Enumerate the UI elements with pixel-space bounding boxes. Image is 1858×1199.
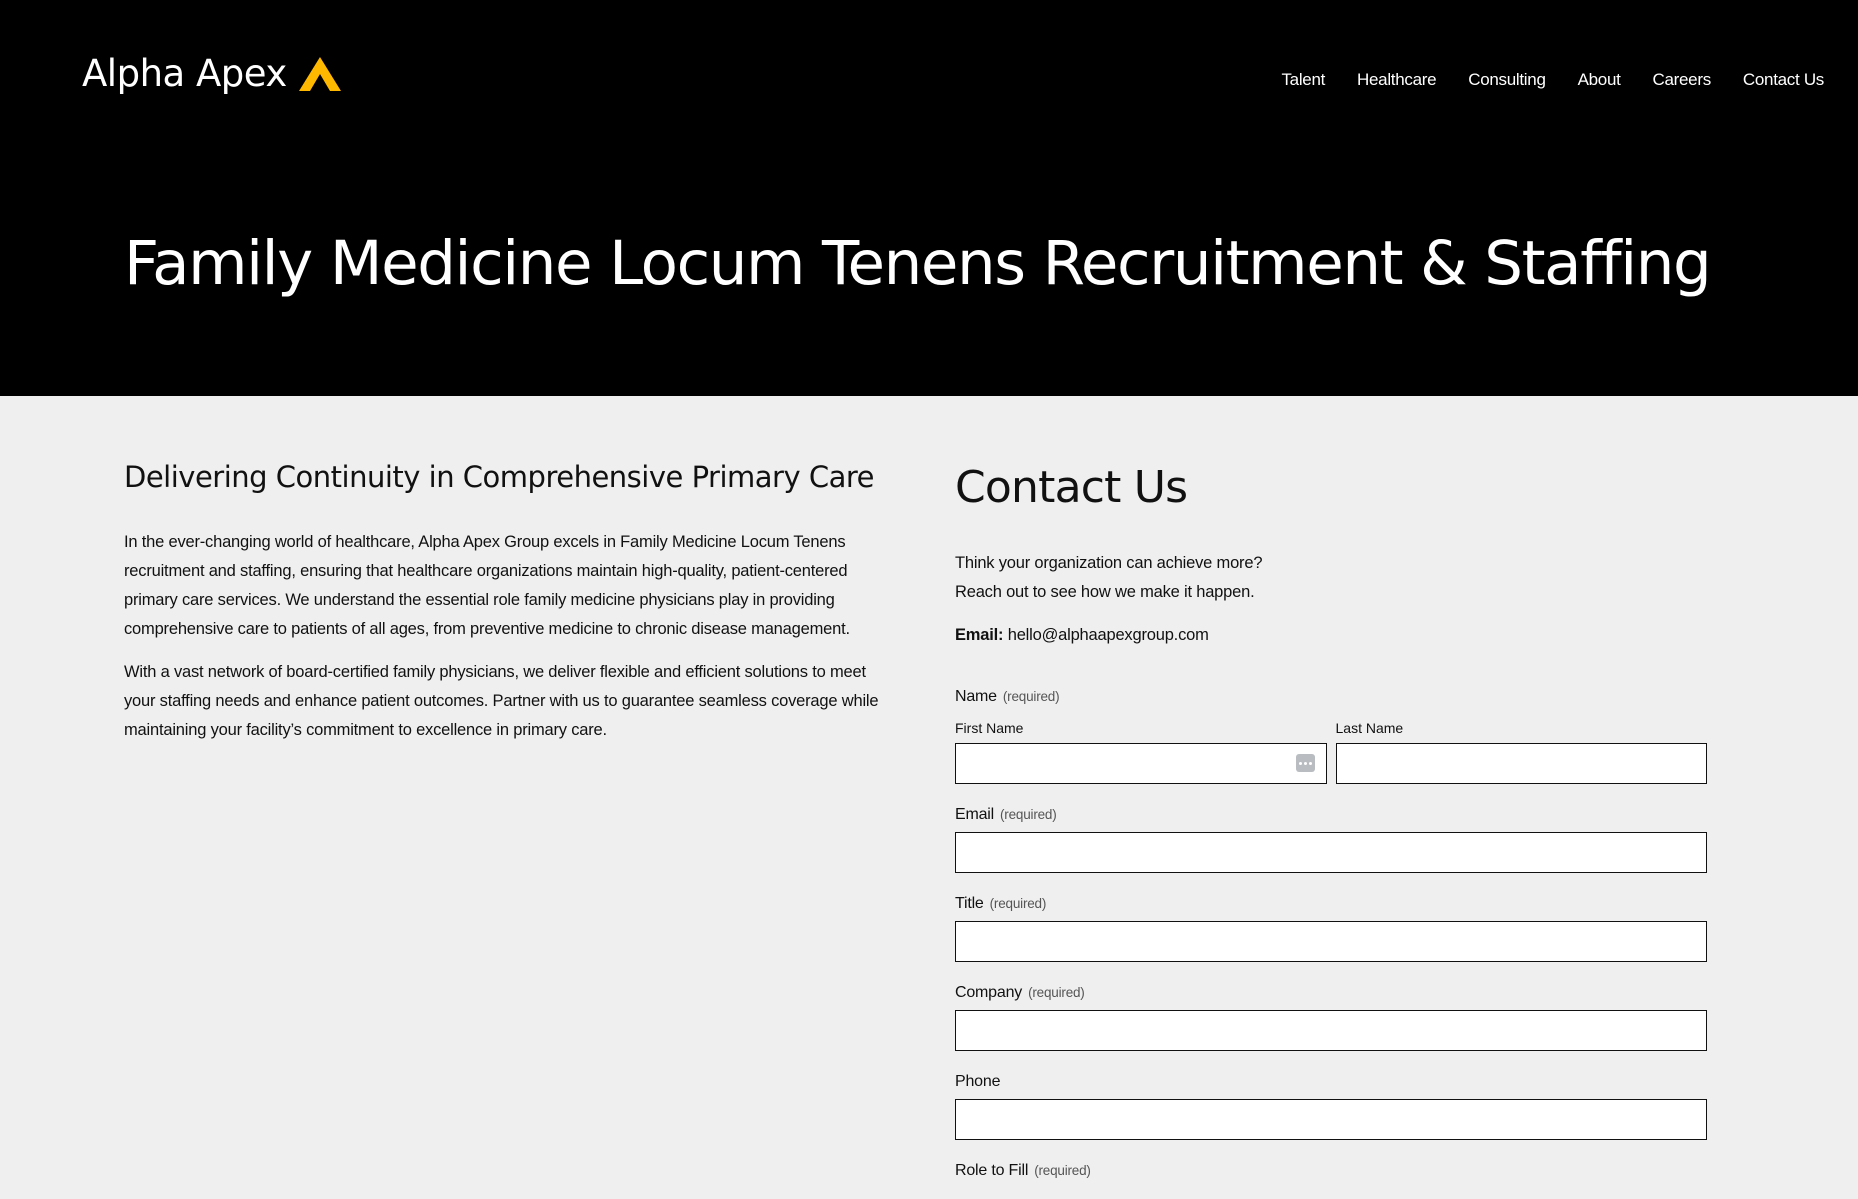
- last-name-input[interactable]: [1335, 743, 1707, 784]
- company-field-label-text: Company: [955, 984, 1023, 1001]
- name-label-text: Name: [955, 688, 997, 705]
- first-name-input[interactable]: [955, 743, 1327, 784]
- nav-careers[interactable]: Careers: [1653, 70, 1712, 90]
- content-heading: Delivering Continuity in Comprehensive P…: [124, 460, 875, 494]
- company-input[interactable]: [955, 1010, 1707, 1051]
- nav-about[interactable]: About: [1578, 70, 1621, 90]
- first-name-wrap: [955, 743, 1327, 784]
- required-indicator: (required): [989, 896, 1047, 911]
- last-name-label: Last Name: [1335, 720, 1404, 736]
- required-indicator: (required): [1000, 807, 1057, 822]
- contact-email: Email: hello@alphaapexgroup.com: [955, 621, 1707, 650]
- contact-form: Name (required) First Name Last Name Ema…: [955, 688, 1707, 1180]
- title-field-label-text: Title: [955, 895, 984, 912]
- title-field-label: Title (required): [955, 895, 1707, 913]
- email-field-group: Email (required): [955, 806, 1707, 873]
- hero-header: Alpha Apex Talent Healthcare Consulting …: [0, 0, 1858, 396]
- first-name-group: First Name: [955, 720, 1327, 784]
- nav-talent[interactable]: Talent: [1281, 70, 1325, 90]
- contact-intro: Think your organization can achieve more…: [955, 549, 1707, 607]
- title-field-group: Title (required): [955, 895, 1707, 962]
- page-title: Family Medicine Locum Tenens Recruitment…: [124, 228, 1712, 299]
- required-indicator: (required): [1028, 985, 1085, 1000]
- email-link[interactable]: hello@alphaapexgroup.com: [1008, 626, 1209, 644]
- role-field-group: Role to Fill (required): [955, 1162, 1707, 1180]
- last-name-group: Last Name: [1335, 720, 1707, 784]
- role-field-label: Role to Fill (required): [955, 1162, 1707, 1180]
- required-indicator: (required): [1002, 689, 1060, 704]
- phone-input[interactable]: [955, 1099, 1707, 1140]
- contact-intro-line: Think your organization can achieve more…: [955, 554, 1263, 572]
- apex-triangle-icon: [298, 56, 341, 91]
- nav-healthcare[interactable]: Healthcare: [1357, 70, 1437, 90]
- contact-section: Contact Us Think your organization can a…: [955, 462, 1707, 1188]
- required-indicator: (required): [1034, 1163, 1091, 1178]
- content-paragraph: In the ever-changing world of healthcare…: [124, 533, 850, 638]
- phone-field-label-text: Phone: [955, 1073, 1001, 1090]
- main-nav: Talent Healthcare Consulting About Caree…: [1281, 70, 1824, 90]
- content-paragraph: With a vast network of board-certified f…: [124, 663, 879, 739]
- email-label: Email:: [955, 626, 1004, 644]
- nav-consulting[interactable]: Consulting: [1468, 70, 1546, 90]
- email-input[interactable]: [955, 832, 1707, 873]
- company-field-label: Company (required): [955, 984, 1707, 1002]
- email-field-label: Email (required): [955, 806, 1707, 824]
- brand-name: Alpha Apex: [82, 52, 287, 95]
- content-section: Delivering Continuity in Comprehensive P…: [124, 460, 884, 759]
- name-field-group: Name (required) First Name Last Name: [955, 688, 1707, 784]
- name-row: First Name Last Name: [955, 720, 1707, 784]
- brand-logo[interactable]: Alpha Apex: [82, 52, 341, 95]
- phone-field-group: Phone: [955, 1073, 1707, 1140]
- nav-contact-us[interactable]: Contact Us: [1743, 70, 1824, 90]
- email-field-label-text: Email: [955, 806, 995, 823]
- title-input[interactable]: [955, 921, 1707, 962]
- name-label: Name (required): [955, 688, 1707, 706]
- first-name-label: First Name: [955, 720, 1024, 736]
- autofill-more-icon[interactable]: [1295, 754, 1315, 772]
- phone-field-label: Phone: [955, 1073, 1707, 1091]
- contact-title: Contact Us: [955, 462, 1188, 513]
- contact-intro-line: Reach out to see how we make it happen.: [955, 583, 1255, 601]
- role-field-label-text: Role to Fill: [955, 1162, 1029, 1179]
- company-field-group: Company (required): [955, 984, 1707, 1051]
